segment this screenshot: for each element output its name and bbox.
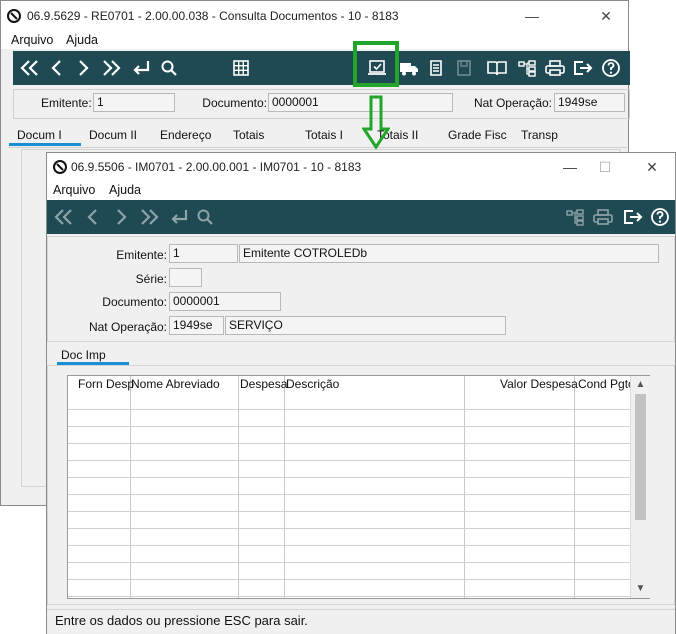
back-tab-totais[interactable]: Totais [233,128,264,142]
front-goto-record-icon[interactable] [165,200,193,234]
front-minimize-button[interactable]: — [553,156,587,178]
grid-header-cond-pgto[interactable]: Cond Pgto [578,376,635,394]
front-tab-doc-imp[interactable]: Doc Imp [61,348,106,362]
front-close-button[interactable]: ✕ [635,156,669,178]
front-emitente-field[interactable]: 1 [169,244,238,263]
back-tab-divider [9,147,627,148]
exit-icon[interactable] [569,51,597,85]
scroll-up-icon[interactable]: ▲ [631,378,650,392]
grid-header-despesa[interactable]: Despesa [240,376,287,394]
back-emitente-label: Emitente: [41,96,92,110]
back-menu-ajuda[interactable]: Ajuda [66,33,98,47]
back-menu-arquivo[interactable]: Arquivo [11,33,53,47]
front-window: 06.9.5506 - IM0701 - 2.00.00.001 - IM070… [46,152,676,634]
front-next-record-icon[interactable] [109,200,133,234]
grid-row-divider [68,460,630,461]
front-last-record-icon[interactable] [135,200,163,234]
front-menu-ajuda[interactable]: Ajuda [109,183,141,197]
app-logo-icon [7,9,21,26]
front-first-record-icon[interactable] [51,200,77,234]
search-icon[interactable] [157,51,181,85]
back-minimize-button[interactable]: — [515,5,549,27]
back-tab-totais-i[interactable]: Totais I [305,128,343,142]
front-serie-field[interactable] [169,268,202,287]
back-titlebar: 06.9.5629 - RE0701 - 2.00.00.038 - Consu… [1,1,628,31]
receipt-icon[interactable] [423,51,449,85]
front-status-text: Entre os dados ou pressione ESC para sai… [55,613,308,628]
back-tab-docum-ii[interactable]: Docum II [89,128,137,142]
front-menubar: Arquivo Ajuda [47,181,675,201]
grid-icon[interactable] [229,51,253,85]
front-previous-record-icon[interactable] [81,200,105,234]
tree-icon[interactable] [513,51,541,85]
save-icon [451,51,477,85]
grid-header-forn-desp[interactable]: Forn Desp [78,376,134,394]
back-active-tab-underline [9,143,81,146]
scrollbar-thumb[interactable] [635,394,646,520]
grid-row-divider [68,477,630,478]
front-serie-label: Série: [135,272,167,286]
front-maximize-button[interactable]: ☐ [588,156,622,178]
back-documento-label: Documento: [202,96,267,110]
grid-row-divider [68,545,630,546]
front-titlebar: 06.9.5506 - IM0701 - 2.00.00.001 - IM070… [47,153,675,181]
previous-record-icon[interactable] [45,51,69,85]
front-search-icon[interactable] [193,200,217,234]
front-toolbar [47,200,675,234]
goto-record-icon[interactable] [127,51,155,85]
grid-row-divider [68,579,630,580]
front-emitente-name-field: Emitente COTROLEDb [239,244,659,263]
help-icon[interactable] [597,51,625,85]
back-tab-grade-fisc[interactable]: Grade Fisc [448,128,507,142]
front-window-title: 06.9.5506 - IM0701 - 2.00.00.001 - IM070… [71,160,362,174]
grid-vertical-scrollbar[interactable]: ▲ ▼ [630,376,650,598]
front-nat-operacao-description-field: SERVIÇO [225,316,506,335]
back-tab-docum-i[interactable]: Docum I [17,128,62,142]
back-nat-operacao-label: Nat Operação: [473,96,552,110]
front-nat-operacao-field[interactable]: 1949se [169,316,224,335]
grid-row-divider [68,528,630,529]
front-app-logo-icon [53,160,67,177]
grid-header-nome-abreviado[interactable]: Nome Abreviado [131,376,220,394]
front-menu-arquivo[interactable]: Arquivo [53,183,95,197]
grid-row-divider [68,596,630,597]
grid-row-divider [68,426,630,427]
front-expenses-grid[interactable]: Forn Desp Nome Abreviado Despesa Descriç… [67,375,650,599]
grid-row-divider [68,511,630,512]
print-icon[interactable] [541,51,569,85]
front-exit-icon[interactable] [619,200,647,234]
front-nat-operacao-label: Nat Operação: [88,320,167,334]
grid-row-divider [68,494,630,495]
book-icon[interactable] [483,51,511,85]
front-help-icon[interactable] [647,200,673,234]
grid-row-divider [68,562,630,563]
annotation-arrow-icon [362,95,390,150]
annotation-highlight-box [353,41,399,87]
grid-header-valor-despesa[interactable]: Valor Despesa [500,376,578,394]
last-record-icon[interactable] [97,51,125,85]
front-emitente-label: Emitente: [116,248,167,262]
front-documento-field[interactable]: 0000001 [169,292,281,311]
next-record-icon[interactable] [71,51,95,85]
grid-row-divider [68,443,630,444]
back-emitente-field[interactable]: 1 [93,93,175,112]
back-toolbar [13,51,630,85]
front-documento-label: Documento: [102,295,167,309]
first-record-icon[interactable] [17,51,43,85]
front-tree-icon[interactable] [561,200,589,234]
grid-row-divider [68,409,630,410]
grid-header-descricao[interactable]: Descrição [286,376,339,394]
truck-icon[interactable] [395,51,423,85]
front-print-icon[interactable] [589,200,617,234]
scroll-down-icon[interactable]: ▼ [631,582,650,596]
back-close-button[interactable]: ✕ [589,5,623,27]
back-window-title: 06.9.5629 - RE0701 - 2.00.00.038 - Consu… [27,9,399,23]
back-tab-transp[interactable]: Transp [521,128,558,142]
back-documento-field[interactable]: 0000001 [268,93,453,112]
back-menubar: Arquivo Ajuda [1,31,628,49]
back-nat-operacao-field[interactable]: 1949se [554,93,625,112]
back-tab-endereco[interactable]: Endereço [160,128,211,142]
